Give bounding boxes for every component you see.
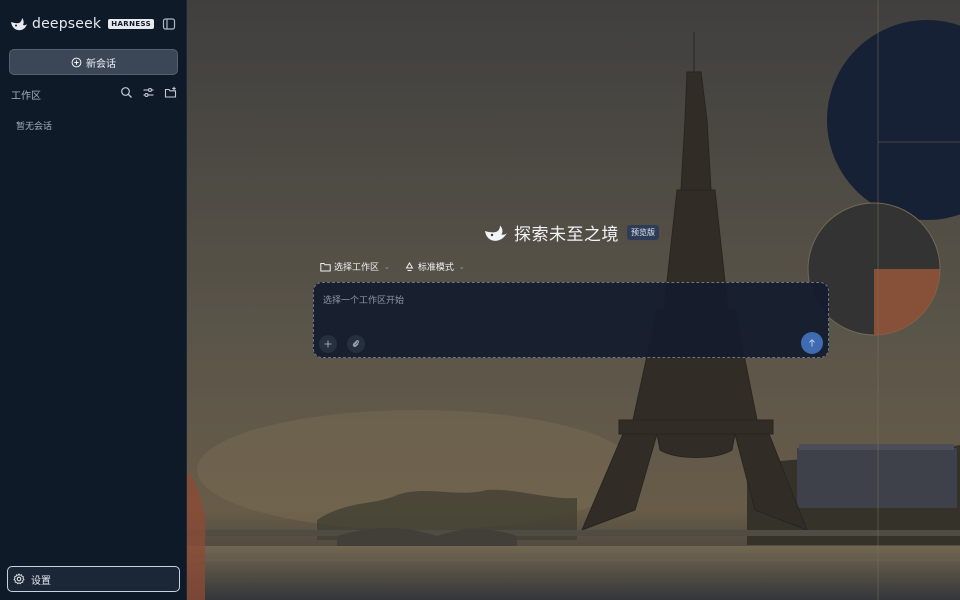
brand-badge: HARNESS [108, 19, 155, 29]
sliders-icon[interactable] [142, 86, 155, 99]
send-button[interactable] [801, 332, 823, 354]
hero: 探索未至之境 预览版 [484, 220, 659, 245]
folder-icon [320, 262, 331, 272]
plus-icon [323, 339, 333, 349]
sidebar: deepseek HARNESS 新会话 工作区 暂无会话 设置 [0, 0, 187, 600]
brand-name: deepseek [32, 16, 102, 32]
sidebar-toggle-icon[interactable] [162, 16, 176, 30]
whale-logo-icon [10, 15, 28, 33]
composer [313, 282, 829, 358]
mode-select[interactable]: 标准模式 ⌄ [404, 260, 465, 273]
paperclip-icon [351, 339, 361, 349]
workspace-select[interactable]: 选择工作区 ⌄ [320, 260, 390, 273]
settings-label: 设置 [31, 575, 51, 587]
settings-button[interactable]: 设置 [7, 566, 180, 592]
new-chat-button[interactable]: 新会话 [9, 49, 178, 75]
gear-icon [13, 573, 25, 585]
hero-title: 探索未至之境 [514, 225, 619, 245]
mode-select-label: 标准模式 [417, 263, 454, 273]
composer-options: 选择工作区 ⌄ 标准模式 ⌄ [320, 260, 465, 273]
plus-circle-icon [71, 57, 82, 68]
attach-button[interactable] [347, 335, 365, 353]
folder-plus-icon[interactable] [164, 86, 177, 99]
chevron-down-icon: ⌄ [384, 262, 390, 271]
chevron-down-icon: ⌄ [458, 262, 465, 271]
whale-logo-icon [484, 223, 508, 243]
workspace-select-label: 选择工作区 [334, 263, 380, 273]
new-chat-label: 新会话 [86, 58, 116, 70]
preview-badge: 预览版 [627, 225, 659, 240]
empty-conversations-text: 暂无会话 [16, 122, 53, 132]
workspace-tools [120, 86, 177, 99]
recycle-icon [404, 261, 415, 272]
search-icon[interactable] [120, 86, 133, 99]
brand: deepseek HARNESS [10, 14, 155, 34]
add-button[interactable] [319, 335, 337, 353]
prompt-input[interactable] [323, 292, 803, 310]
arrow-up-icon [807, 338, 817, 348]
workspace-label: 工作区 [11, 91, 41, 102]
main-area: 探索未至之境 预览版 选择工作区 ⌄ 标准模式 ⌄ [187, 0, 960, 600]
